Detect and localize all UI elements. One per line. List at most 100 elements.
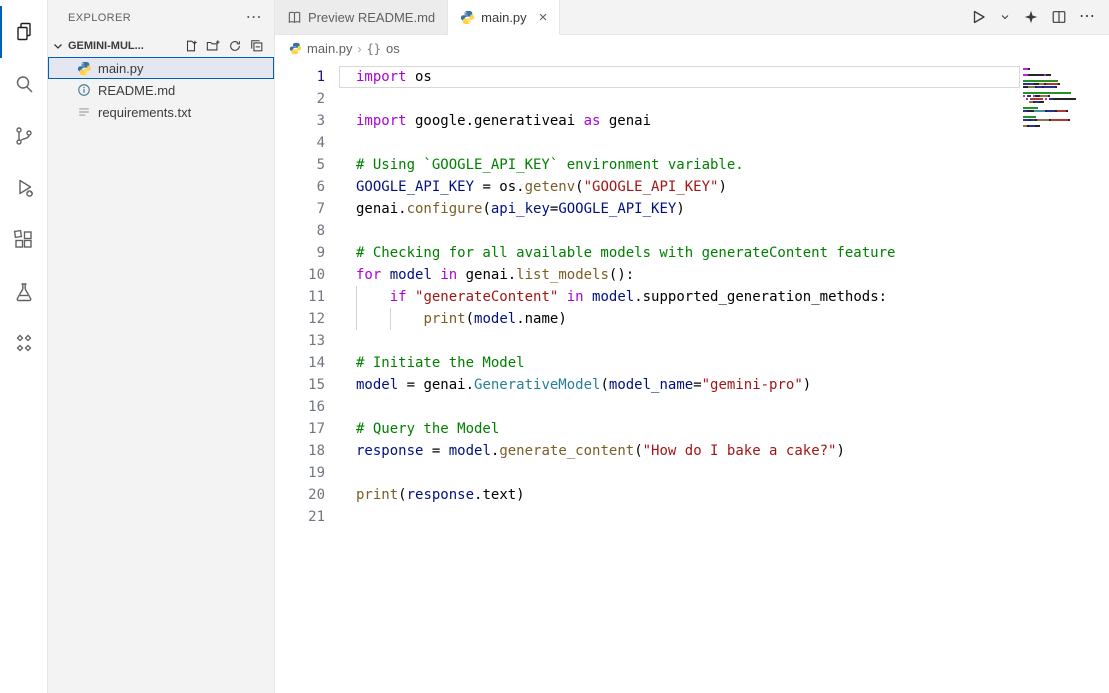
line-number[interactable]: 19 — [275, 462, 325, 484]
code-line[interactable]: 10for model in genai.list_models(): — [275, 264, 1109, 286]
file-row-main-py[interactable]: main.py — [48, 57, 274, 79]
line-number[interactable]: 17 — [275, 418, 325, 440]
tab-main-py[interactable]: main.py × — [448, 0, 560, 35]
code-line[interactable]: 18response = model.generate_content("How… — [275, 440, 1109, 462]
line-content[interactable] — [325, 396, 1109, 418]
minimap[interactable] — [1023, 68, 1095, 131]
tab-preview-readme[interactable]: Preview README.md — [275, 0, 448, 34]
tab-bar: Preview README.md main.py × — [275, 0, 1109, 35]
code-token — [356, 289, 390, 305]
line-number[interactable]: 20 — [275, 484, 325, 506]
line-content[interactable] — [325, 220, 1109, 242]
minimap-line — [1023, 80, 1095, 82]
line-content[interactable]: # Initiate the Model — [325, 352, 1109, 374]
line-number[interactable]: 13 — [275, 330, 325, 352]
line-number[interactable]: 18 — [275, 440, 325, 462]
more-actions-icon[interactable]: ⋯ — [1079, 9, 1095, 25]
code-line[interactable]: 16 — [275, 396, 1109, 418]
code-line[interactable]: 2 — [275, 88, 1109, 110]
code-line[interactable]: 17# Query the Model — [275, 418, 1109, 440]
activity-source-control[interactable] — [0, 110, 48, 162]
line-content[interactable]: # Checking for all available models with… — [325, 242, 1109, 264]
code-line[interactable]: 5# Using `GOOGLE_API_KEY` environment va… — [275, 154, 1109, 176]
code-line[interactable]: 21 — [275, 506, 1109, 528]
run-icon[interactable] — [969, 8, 987, 26]
activity-explorer[interactable] — [0, 6, 48, 58]
line-content[interactable]: import os — [325, 66, 1109, 88]
line-number[interactable]: 4 — [275, 132, 325, 154]
sparkle-icon[interactable] — [1023, 9, 1039, 25]
code-line[interactable]: 8 — [275, 220, 1109, 242]
close-icon[interactable]: × — [539, 10, 548, 25]
code-line[interactable]: 19 — [275, 462, 1109, 484]
line-content[interactable] — [325, 132, 1109, 154]
line-content[interactable]: # Query the Model — [325, 418, 1109, 440]
activity-bar — [0, 0, 48, 693]
new-file-icon[interactable] — [184, 39, 198, 53]
code-line[interactable]: 12 print(model.name) — [275, 308, 1109, 330]
activity-gemini[interactable] — [0, 318, 48, 370]
code-line[interactable]: 11 if "generateContent" in model.support… — [275, 286, 1109, 308]
activity-extensions[interactable] — [0, 214, 48, 266]
line-content[interactable] — [325, 506, 1109, 528]
code-token: generate_content — [499, 443, 634, 459]
code-line[interactable]: 3import google.generativeai as genai — [275, 110, 1109, 132]
line-number[interactable]: 6 — [275, 176, 325, 198]
explorer-more-icon[interactable]: ⋯ — [246, 10, 262, 26]
code-area[interactable]: 1import os23import google.generativeai a… — [275, 62, 1109, 693]
code-line[interactable]: 1import os — [275, 66, 1109, 88]
line-number[interactable]: 9 — [275, 242, 325, 264]
breadcrumb-symbol[interactable]: os — [386, 41, 400, 56]
code-token: # Checking for all available models with… — [356, 245, 895, 261]
line-content[interactable] — [325, 330, 1109, 352]
line-content[interactable]: print(response.text) — [325, 484, 1109, 506]
line-number[interactable]: 21 — [275, 506, 325, 528]
line-content[interactable]: response = model.generate_content("How d… — [325, 440, 1109, 462]
activity-testing[interactable] — [0, 266, 48, 318]
line-number[interactable]: 5 — [275, 154, 325, 176]
line-number[interactable]: 10 — [275, 264, 325, 286]
line-content[interactable]: print(model.name) — [325, 308, 1109, 330]
line-content[interactable]: genai.configure(api_key=GOOGLE_API_KEY) — [325, 198, 1109, 220]
line-number[interactable]: 14 — [275, 352, 325, 374]
code-line[interactable]: 15model = genai.GenerativeModel(model_na… — [275, 374, 1109, 396]
line-content[interactable]: if "generateContent" in model.supported_… — [325, 286, 1109, 308]
folder-section-header[interactable]: GEMINI-MUL... — [48, 35, 274, 57]
file-row-requirements-txt[interactable]: requirements.txt — [48, 101, 274, 123]
testing-icon — [12, 280, 36, 304]
code-line[interactable]: 20print(response.text) — [275, 484, 1109, 506]
line-content[interactable]: # Using `GOOGLE_API_KEY` environment var… — [325, 154, 1109, 176]
line-number[interactable]: 3 — [275, 110, 325, 132]
line-number[interactable]: 11 — [275, 286, 325, 308]
code-line[interactable]: 14# Initiate the Model — [275, 352, 1109, 374]
line-content[interactable]: GOOGLE_API_KEY = os.getenv("GOOGLE_API_K… — [325, 176, 1109, 198]
line-content[interactable]: import google.generativeai as genai — [325, 110, 1109, 132]
line-number[interactable]: 7 — [275, 198, 325, 220]
new-folder-icon[interactable] — [206, 39, 220, 53]
activity-search[interactable] — [0, 58, 48, 110]
breadcrumb-file[interactable]: main.py — [307, 41, 353, 56]
line-number[interactable]: 15 — [275, 374, 325, 396]
run-dropdown-icon[interactable] — [999, 11, 1011, 23]
line-content[interactable] — [325, 88, 1109, 110]
refresh-icon[interactable] — [228, 39, 242, 53]
code-line[interactable]: 9 # Checking for all available models wit… — [275, 242, 1109, 264]
collapse-all-icon[interactable] — [250, 39, 264, 53]
split-editor-icon[interactable] — [1051, 9, 1067, 25]
line-number[interactable]: 12 — [275, 308, 325, 330]
code-line[interactable]: 4 — [275, 132, 1109, 154]
line-content[interactable]: for model in genai.list_models(): — [325, 264, 1109, 286]
file-row-readme-md[interactable]: README.md — [48, 79, 274, 101]
line-content[interactable]: model = genai.GenerativeModel(model_name… — [325, 374, 1109, 396]
code-token: genai. — [457, 267, 516, 283]
line-content[interactable] — [325, 462, 1109, 484]
activity-run-debug[interactable] — [0, 162, 48, 214]
code-line[interactable]: 6GOOGLE_API_KEY = os.getenv("GOOGLE_API_… — [275, 176, 1109, 198]
code-line[interactable]: 13 — [275, 330, 1109, 352]
line-number[interactable]: 16 — [275, 396, 325, 418]
line-number[interactable]: 2 — [275, 88, 325, 110]
code-line[interactable]: 7genai.configure(api_key=GOOGLE_API_KEY) — [275, 198, 1109, 220]
line-number[interactable]: 8 — [275, 220, 325, 242]
line-number[interactable]: 1 — [275, 66, 325, 88]
extensions-icon — [12, 228, 36, 252]
